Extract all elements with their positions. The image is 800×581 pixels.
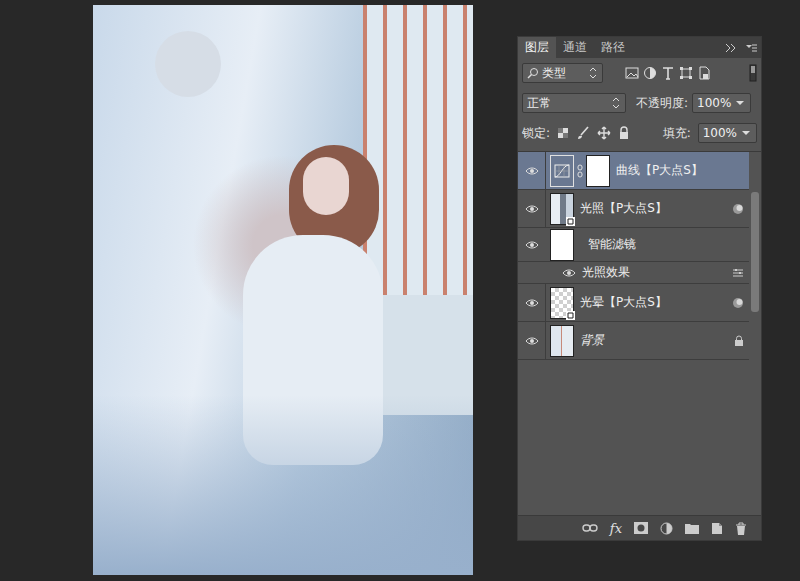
panel-tabs: 图层通道路径 (518, 37, 761, 58)
blend-row: 正常 不透明度: 100% (518, 90, 761, 116)
visibility-eye-icon[interactable] (525, 239, 539, 251)
smart-object-badge-icon (566, 217, 575, 226)
lock-all-icon[interactable] (618, 126, 630, 140)
panel-footer: fx (518, 515, 761, 540)
photo-canvas (93, 5, 473, 575)
curves-thumbnail-icon[interactable] (550, 155, 574, 187)
panel-tab[interactable]: 路径 (594, 37, 632, 58)
layer-thumbnail[interactable] (550, 287, 574, 319)
dropdown-icon[interactable] (740, 127, 752, 139)
filter-mask-thumbnail[interactable] (550, 229, 574, 261)
add-mask-icon[interactable] (634, 522, 648, 534)
search-icon (527, 67, 539, 79)
layer-name[interactable]: 光照效果 (582, 264, 727, 281)
smart-object-badge-icon (566, 311, 575, 320)
panel-menu-icon[interactable] (745, 43, 757, 53)
lock-position-icon[interactable] (597, 126, 611, 140)
fill-field[interactable]: 100% (698, 123, 757, 143)
fill-label: 填充: (663, 125, 691, 142)
layer-name[interactable]: 曲线【P大点S】 (616, 162, 739, 179)
layer-row[interactable]: 光照效果 (518, 262, 749, 284)
layer-thumbnail[interactable] (550, 193, 574, 225)
dropdown-arrows-icon (588, 66, 598, 80)
layer-name[interactable]: 背景 (580, 332, 729, 349)
layer-row[interactable]: 背景 (518, 322, 749, 360)
collapse-icon[interactable] (725, 43, 737, 53)
dropdown-icon[interactable] (734, 97, 746, 109)
smart-filter-indicator-icon[interactable] (732, 297, 744, 309)
layer-name[interactable]: 光晕【P大点S】 (580, 294, 727, 311)
scrollbar-thumb[interactable] (751, 192, 759, 312)
opacity-value: 100% (697, 96, 731, 110)
layer-row[interactable]: 光照【P大点S】 (518, 190, 749, 228)
smart-object-filter-icon[interactable] (697, 66, 711, 80)
layers-scrollbar[interactable] (749, 152, 761, 515)
new-layer-icon[interactable] (711, 522, 723, 535)
layer-name[interactable]: 智能滤镜 (580, 236, 739, 253)
layer-row[interactable]: 智能滤镜 (518, 228, 749, 262)
blend-mode-value: 正常 (527, 95, 551, 112)
filter-row: 类型 (518, 60, 761, 86)
layer-row[interactable]: 曲线【P大点S】 (518, 152, 749, 190)
opacity-field[interactable]: 100% (692, 93, 751, 113)
panel-tab[interactable]: 通道 (556, 37, 594, 58)
visibility-eye-icon[interactable] (525, 335, 539, 347)
filter-options-icon[interactable] (732, 268, 744, 278)
panel-tab[interactable]: 图层 (518, 37, 556, 58)
delete-layer-icon[interactable] (735, 522, 747, 535)
shape-filter-icon[interactable] (679, 66, 693, 80)
blend-mode-dropdown[interactable]: 正常 (522, 93, 626, 113)
new-adjustment-icon[interactable] (660, 522, 673, 535)
layer-lock-icon (734, 335, 744, 347)
filter-kind-dropdown[interactable]: 类型 (522, 63, 603, 83)
layers-panel: 图层通道路径类型正常 不透明度: 100% 锁定: 填充: 100% 曲线【P大点S】光照【… (517, 36, 762, 541)
visibility-eye-icon[interactable] (525, 165, 539, 177)
adjustment-filter-icon[interactable] (643, 66, 657, 80)
link-layers-icon[interactable] (582, 523, 598, 533)
filter-kind-label: 类型 (542, 65, 566, 82)
smart-filter-indicator-icon[interactable] (732, 203, 744, 215)
fill-value: 100% (703, 126, 737, 140)
layer-mask-thumbnail[interactable] (586, 155, 610, 187)
lock-row: 锁定: 填充: 100% (518, 120, 761, 146)
type-filter-icon[interactable] (661, 66, 675, 80)
layer-name[interactable]: 光照【P大点S】 (580, 200, 727, 217)
image-filter-icon[interactable] (625, 67, 639, 79)
layer-style-button[interactable]: fx (610, 521, 622, 536)
filter-toggle-icon[interactable] (749, 64, 757, 82)
opacity-label: 不透明度: (636, 95, 688, 112)
layer-thumbnail[interactable] (550, 325, 574, 357)
visibility-eye-icon[interactable] (525, 297, 539, 309)
visibility-eye-icon[interactable] (525, 203, 539, 215)
dropdown-arrows-icon (611, 96, 621, 110)
layers-list: 曲线【P大点S】光照【P大点S】智能滤镜光照效果光晕【P大点S】背景 (518, 151, 761, 515)
visibility-eye-icon[interactable] (562, 267, 576, 279)
lock-transparent-icon[interactable] (557, 127, 569, 139)
new-group-icon[interactable] (685, 522, 699, 534)
lock-label: 锁定: (522, 125, 550, 142)
curves-icon (554, 164, 570, 178)
layer-row[interactable]: 光晕【P大点S】 (518, 284, 749, 322)
link-chain-icon[interactable] (577, 164, 583, 178)
lock-pixels-icon[interactable] (576, 126, 590, 140)
